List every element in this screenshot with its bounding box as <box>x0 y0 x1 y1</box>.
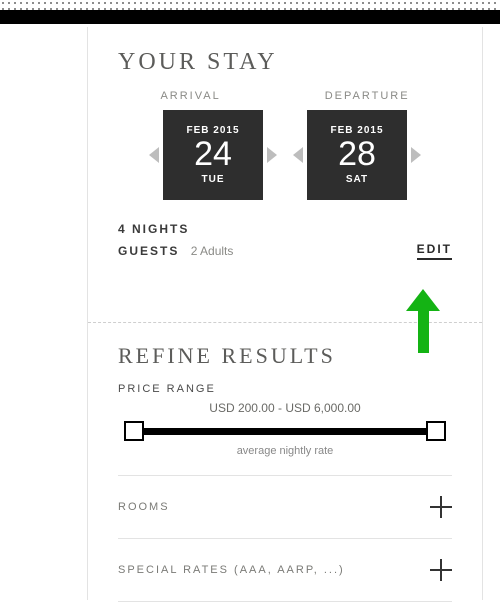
divider-dashed <box>88 322 482 323</box>
edit-button[interactable]: EDIT <box>417 242 452 260</box>
price-range-slider[interactable] <box>124 421 446 441</box>
arrival-label: ARRIVAL <box>160 90 220 102</box>
accordion-rooms[interactable]: ROOMS <box>118 476 452 539</box>
slider-handle-min[interactable] <box>124 421 144 441</box>
price-range-value: USD 200.00 - USD 6,000.00 <box>118 401 452 415</box>
guests-label: GUESTS <box>118 244 179 258</box>
departure-weekday: SAT <box>346 174 368 185</box>
arrival-prev-icon[interactable] <box>149 147 159 163</box>
departure-day: 28 <box>338 136 376 173</box>
guests-value: 2 Adults <box>191 244 234 258</box>
nights-label: 4 NIGHTS <box>118 222 189 236</box>
departure-label: DEPARTURE <box>325 90 410 102</box>
departure-prev-icon[interactable] <box>293 147 303 163</box>
accordion-special-rates-label: SPECIAL RATES (AAA, AARP, ...) <box>118 564 345 576</box>
section-title-your-stay: YOUR STAY <box>118 49 452 76</box>
plus-icon <box>430 496 452 518</box>
accordion-special-rates[interactable]: SPECIAL RATES (AAA, AARP, ...) <box>118 539 452 602</box>
arrival-day: 24 <box>194 136 232 173</box>
slider-handle-max[interactable] <box>426 421 446 441</box>
arrival-date-card[interactable]: FEB 2015 24 TUE <box>163 110 263 200</box>
section-title-refine: REFINE RESULTS <box>118 343 452 369</box>
arrival-weekday: TUE <box>202 174 225 185</box>
arrival-next-icon[interactable] <box>267 147 277 163</box>
accordion-rooms-label: ROOMS <box>118 501 170 513</box>
plus-icon <box>430 559 452 581</box>
departure-date-card[interactable]: FEB 2015 28 SAT <box>307 110 407 200</box>
price-range-label: PRICE RANGE <box>118 383 452 395</box>
departure-next-icon[interactable] <box>411 147 421 163</box>
price-range-subtext: average nightly rate <box>118 445 452 457</box>
